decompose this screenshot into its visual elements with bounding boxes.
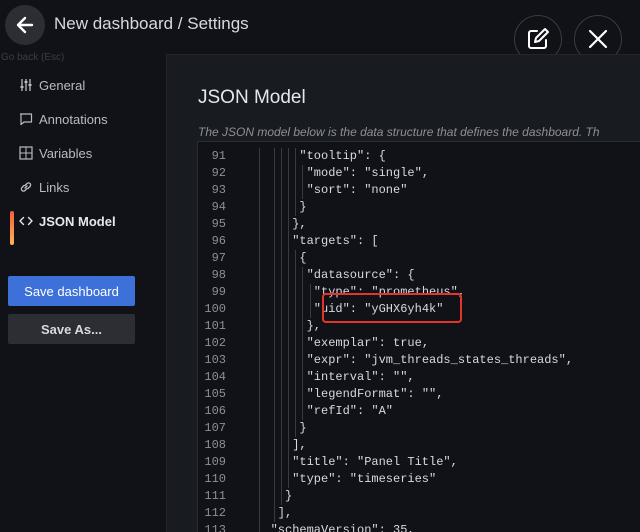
code-line: 111} bbox=[198, 488, 640, 505]
line-number: 107 bbox=[204, 421, 226, 435]
line-number: 94 bbox=[211, 200, 226, 214]
line-number: 101 bbox=[204, 319, 226, 333]
sliders-icon bbox=[18, 77, 34, 93]
line-number: 105 bbox=[204, 387, 226, 401]
code-line: 99 "type": "prometheus", bbox=[198, 284, 640, 301]
code-line: 106 "refId": "A" bbox=[198, 403, 640, 420]
code-line: 94} bbox=[198, 199, 640, 216]
sidebar-item-label: General bbox=[39, 77, 86, 93]
code-text: }, bbox=[292, 217, 307, 231]
line-number: 109 bbox=[204, 455, 226, 469]
save-as-button[interactable]: Save As... bbox=[8, 314, 135, 344]
sidebar-item-label: Links bbox=[39, 179, 70, 195]
line-number: 98 bbox=[211, 268, 226, 282]
line-number: 112 bbox=[204, 506, 226, 520]
code-text: "schemaVersion": 35, bbox=[270, 523, 415, 532]
line-number: 103 bbox=[204, 353, 226, 367]
code-text: "exemplar": true, bbox=[306, 336, 430, 350]
code-text: } bbox=[285, 489, 293, 503]
code-line: 104 "interval": "", bbox=[198, 369, 640, 386]
code-line: 93 "sort": "none" bbox=[198, 182, 640, 199]
code-text: "sort": "none" bbox=[306, 183, 408, 197]
edit-icon bbox=[528, 28, 549, 49]
code-text: } bbox=[299, 200, 307, 214]
code-line: 91 "tooltip": { bbox=[198, 148, 640, 165]
sidebar-item-label: Annotations bbox=[39, 111, 108, 127]
line-number: 113 bbox=[204, 523, 226, 532]
sidebar-item-label: JSON Model bbox=[39, 213, 116, 229]
code-text: "interval": "", bbox=[306, 370, 415, 384]
line-number: 99 bbox=[211, 285, 226, 299]
code-line: 96 "targets": [ bbox=[198, 233, 640, 250]
code-line: 100 "uid": "yGHX6yh4k" bbox=[198, 301, 640, 318]
code-text: ], bbox=[292, 438, 307, 452]
link-icon bbox=[18, 179, 34, 195]
code-text: "type": "timeseries" bbox=[292, 472, 437, 486]
code-text: "uid": "yGHX6yh4k" bbox=[313, 302, 444, 316]
line-number: 110 bbox=[204, 472, 226, 486]
code-text: "mode": "single", bbox=[306, 166, 430, 180]
sidebar-item-links[interactable]: Links bbox=[0, 172, 160, 202]
sidebar-item-general[interactable]: General bbox=[0, 70, 160, 100]
code-line: 107} bbox=[198, 420, 640, 437]
code-text: "tooltip": { bbox=[299, 149, 386, 163]
top-bar: Go back (Esc) New dashboard / Settings bbox=[0, 0, 640, 63]
close-icon bbox=[588, 29, 608, 49]
code-line: 105 "legendFormat": "", bbox=[198, 386, 640, 403]
sidebar-item-json-model[interactable]: JSON Model bbox=[0, 206, 160, 245]
line-number: 102 bbox=[204, 336, 226, 350]
code-line: 98 "datasource": { bbox=[198, 267, 640, 284]
code-line: 103 "expr": "jvm_threads_states_threads", bbox=[198, 352, 640, 369]
code-text: "title": "Panel Title", bbox=[292, 455, 458, 469]
panel-title: JSON Model bbox=[198, 87, 306, 108]
line-number: 91 bbox=[211, 149, 226, 163]
line-number: 106 bbox=[204, 404, 226, 418]
code-text: "refId": "A" bbox=[306, 404, 394, 418]
code-text: { bbox=[299, 251, 307, 265]
sidebar-item-annotations[interactable]: Annotations bbox=[0, 104, 160, 134]
line-number: 92 bbox=[211, 166, 226, 180]
arrow-left-icon bbox=[16, 16, 34, 34]
line-number: 96 bbox=[211, 234, 226, 248]
code-text: } bbox=[299, 421, 307, 435]
code-text: "targets": [ bbox=[292, 234, 379, 248]
code-line: 109 "title": "Panel Title", bbox=[198, 454, 640, 471]
line-number: 100 bbox=[204, 302, 226, 316]
line-number: 95 bbox=[211, 217, 226, 231]
code-line: 112], bbox=[198, 505, 640, 522]
code-line: 108], bbox=[198, 437, 640, 454]
page-title: New dashboard / Settings bbox=[54, 14, 249, 33]
sidebar-item-label: Variables bbox=[39, 145, 93, 161]
code-line: 110 "type": "timeseries" bbox=[198, 471, 640, 488]
line-number: 93 bbox=[211, 183, 226, 197]
code-icon bbox=[18, 213, 34, 229]
line-number: 97 bbox=[211, 251, 226, 265]
code-line: 92 "mode": "single", bbox=[198, 165, 640, 182]
save-dashboard-button[interactable]: Save dashboard bbox=[8, 276, 135, 306]
back-tooltip: Go back (Esc) bbox=[1, 52, 65, 63]
line-number: 111 bbox=[204, 489, 226, 503]
panel-description: The JSON model below is the data structu… bbox=[198, 125, 600, 139]
code-text: }, bbox=[306, 319, 321, 333]
line-number: 104 bbox=[204, 370, 226, 384]
code-line: 101}, bbox=[198, 318, 640, 335]
comment-icon bbox=[18, 111, 34, 127]
code-line: 97 { bbox=[198, 250, 640, 267]
calculator-icon bbox=[18, 145, 34, 161]
code-text: ], bbox=[277, 506, 293, 520]
sidebar-item-variables[interactable]: Variables bbox=[0, 138, 160, 168]
code-text: "expr": "jvm_threads_states_threads", bbox=[306, 353, 574, 367]
json-editor[interactable]: 91 "tooltip": { 92 "mode": "single", 93 "sort… bbox=[197, 141, 640, 532]
code-line: 102 "exemplar": true, bbox=[198, 335, 640, 352]
code-text: "type": "prometheus", bbox=[313, 285, 466, 299]
code-line: 95}, bbox=[198, 216, 640, 233]
line-number: 108 bbox=[204, 438, 226, 452]
code-text: "datasource": { bbox=[306, 268, 415, 282]
code-line: 113 "schemaVersion": 35, bbox=[198, 522, 640, 532]
code-text: "legendFormat": "", bbox=[306, 387, 444, 401]
back-button[interactable] bbox=[5, 5, 45, 45]
active-indicator bbox=[10, 211, 14, 245]
